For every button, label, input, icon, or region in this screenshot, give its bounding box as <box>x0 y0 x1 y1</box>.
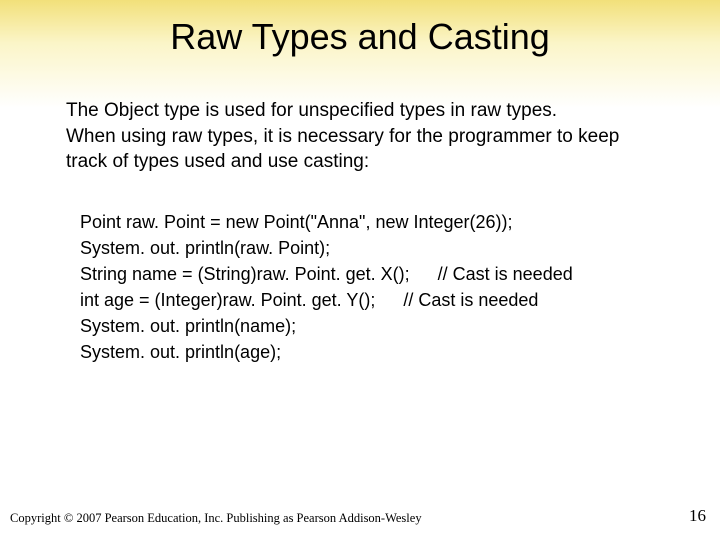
code-line: System. out. println(age); <box>80 339 660 365</box>
code-comment: // Cast is needed <box>438 261 573 287</box>
slide-title: Raw Types and Casting <box>0 0 720 58</box>
body-paragraph: The Object type is used for unspecified … <box>66 98 660 175</box>
copyright-text: Copyright © 2007 Pearson Education, Inc.… <box>10 511 422 526</box>
code-line: int age = (Integer)raw. Point. get. Y();… <box>80 287 660 313</box>
page-number: 16 <box>689 506 706 526</box>
code-line: String name = (String)raw. Point. get. X… <box>80 261 660 287</box>
code-text: System. out. println(raw. Point); <box>80 235 330 261</box>
code-text: int age = (Integer)raw. Point. get. Y(); <box>80 287 375 313</box>
code-line: System. out. println(raw. Point); <box>80 235 660 261</box>
code-text: System. out. println(age); <box>80 339 281 365</box>
code-line: Point raw. Point = new Point("Anna", new… <box>80 209 660 235</box>
code-line: System. out. println(name); <box>80 313 660 339</box>
code-comment: // Cast is needed <box>403 287 538 313</box>
code-text: System. out. println(name); <box>80 313 296 339</box>
code-example: Point raw. Point = new Point("Anna", new… <box>80 209 660 366</box>
footer: Copyright © 2007 Pearson Education, Inc.… <box>10 506 706 526</box>
code-text: String name = (String)raw. Point. get. X… <box>80 261 410 287</box>
code-text: Point raw. Point = new Point("Anna", new… <box>80 209 513 235</box>
